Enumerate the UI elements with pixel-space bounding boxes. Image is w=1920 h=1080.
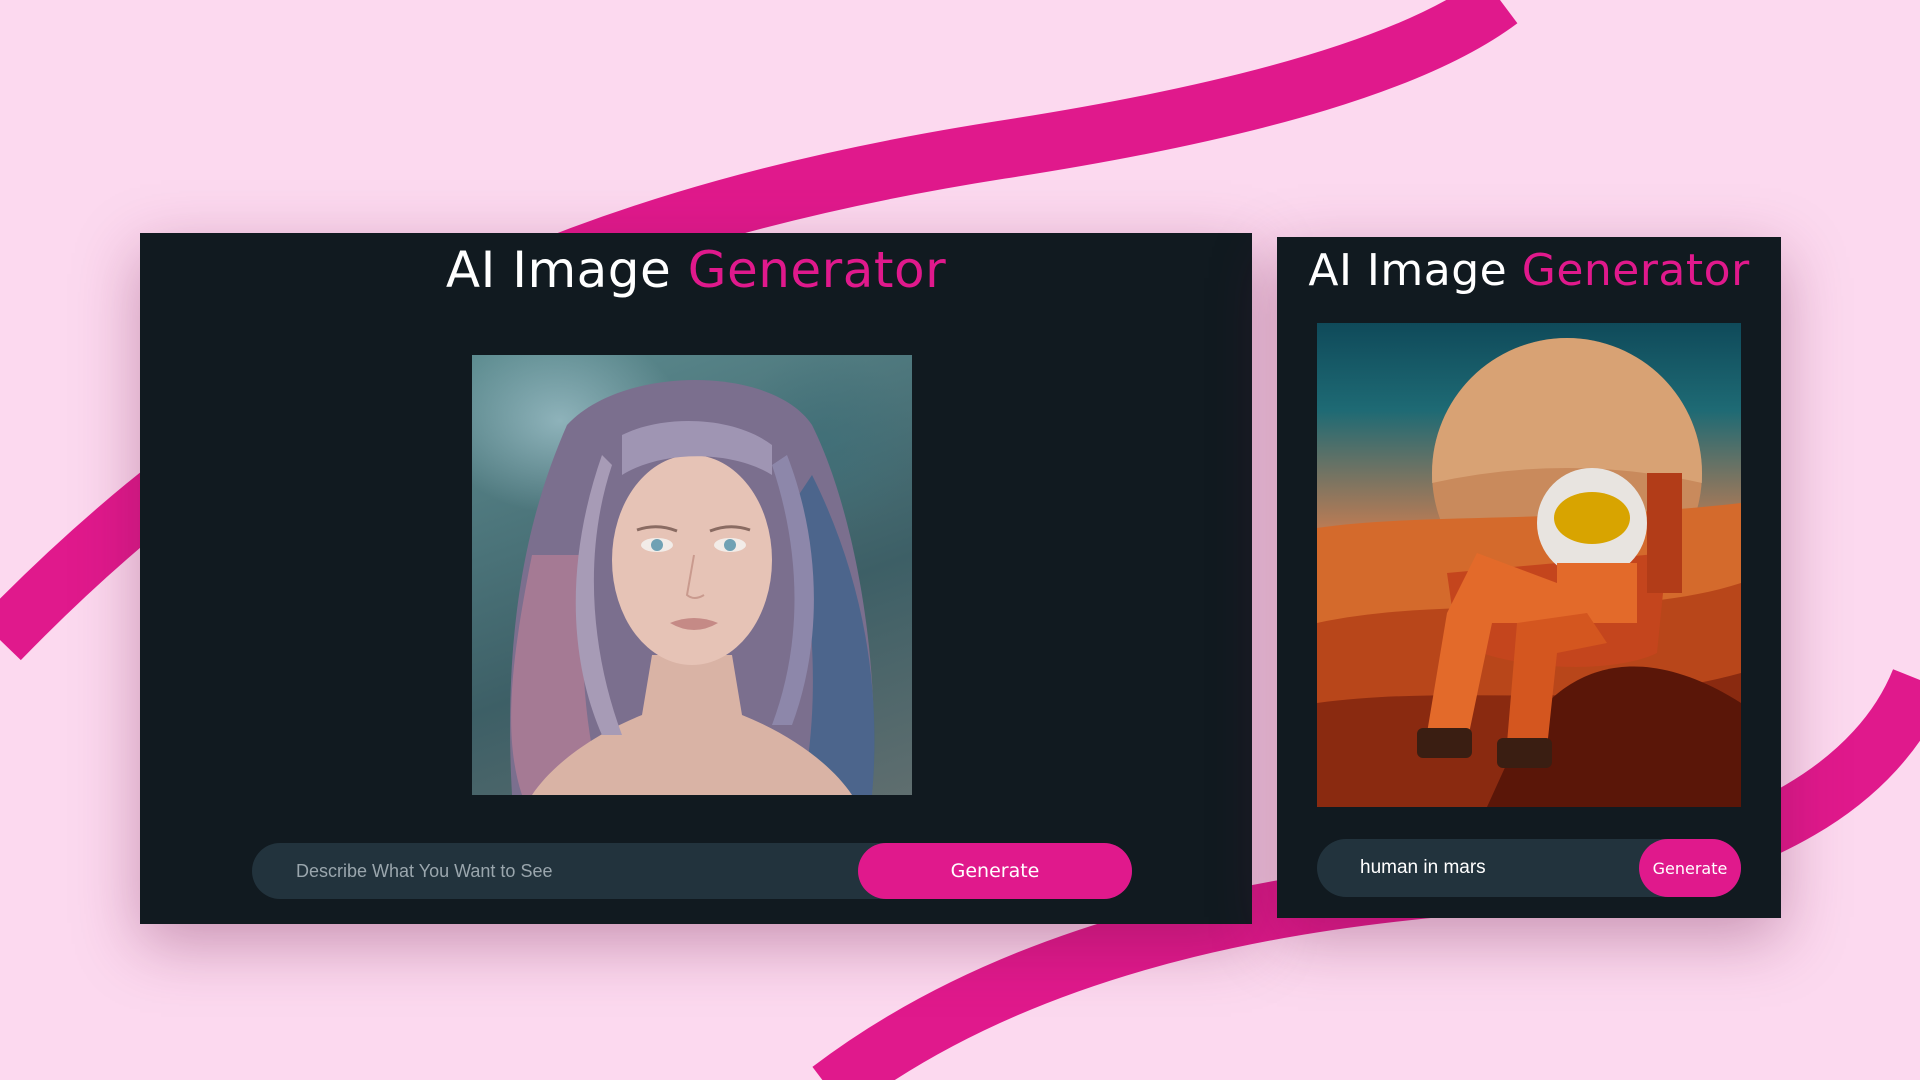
- generated-image-portrait: [472, 355, 912, 795]
- small-app-window: AI Image Generator Gene: [1277, 237, 1781, 918]
- prompt-bar: Generate: [252, 843, 1132, 899]
- generate-button[interactable]: Generate: [858, 843, 1132, 899]
- prompt-input[interactable]: [294, 843, 848, 899]
- large-app-window: AI Image Generator Describe What You Wan…: [140, 233, 1252, 924]
- prompt-input[interactable]: [1358, 839, 1632, 897]
- generate-button[interactable]: Generate: [1639, 839, 1741, 897]
- title-accent: Generator: [1521, 245, 1750, 296]
- page-title: AI Image Generator: [140, 241, 1252, 299]
- prompt-bar-small: Generate: [1317, 839, 1741, 897]
- generated-image-astronaut: [1317, 323, 1741, 807]
- page-title-small: AI Image Generator: [1277, 245, 1781, 296]
- title-main: AI Image: [1308, 245, 1508, 296]
- title-main: AI Image: [445, 241, 672, 299]
- title-accent: Generator: [687, 241, 947, 299]
